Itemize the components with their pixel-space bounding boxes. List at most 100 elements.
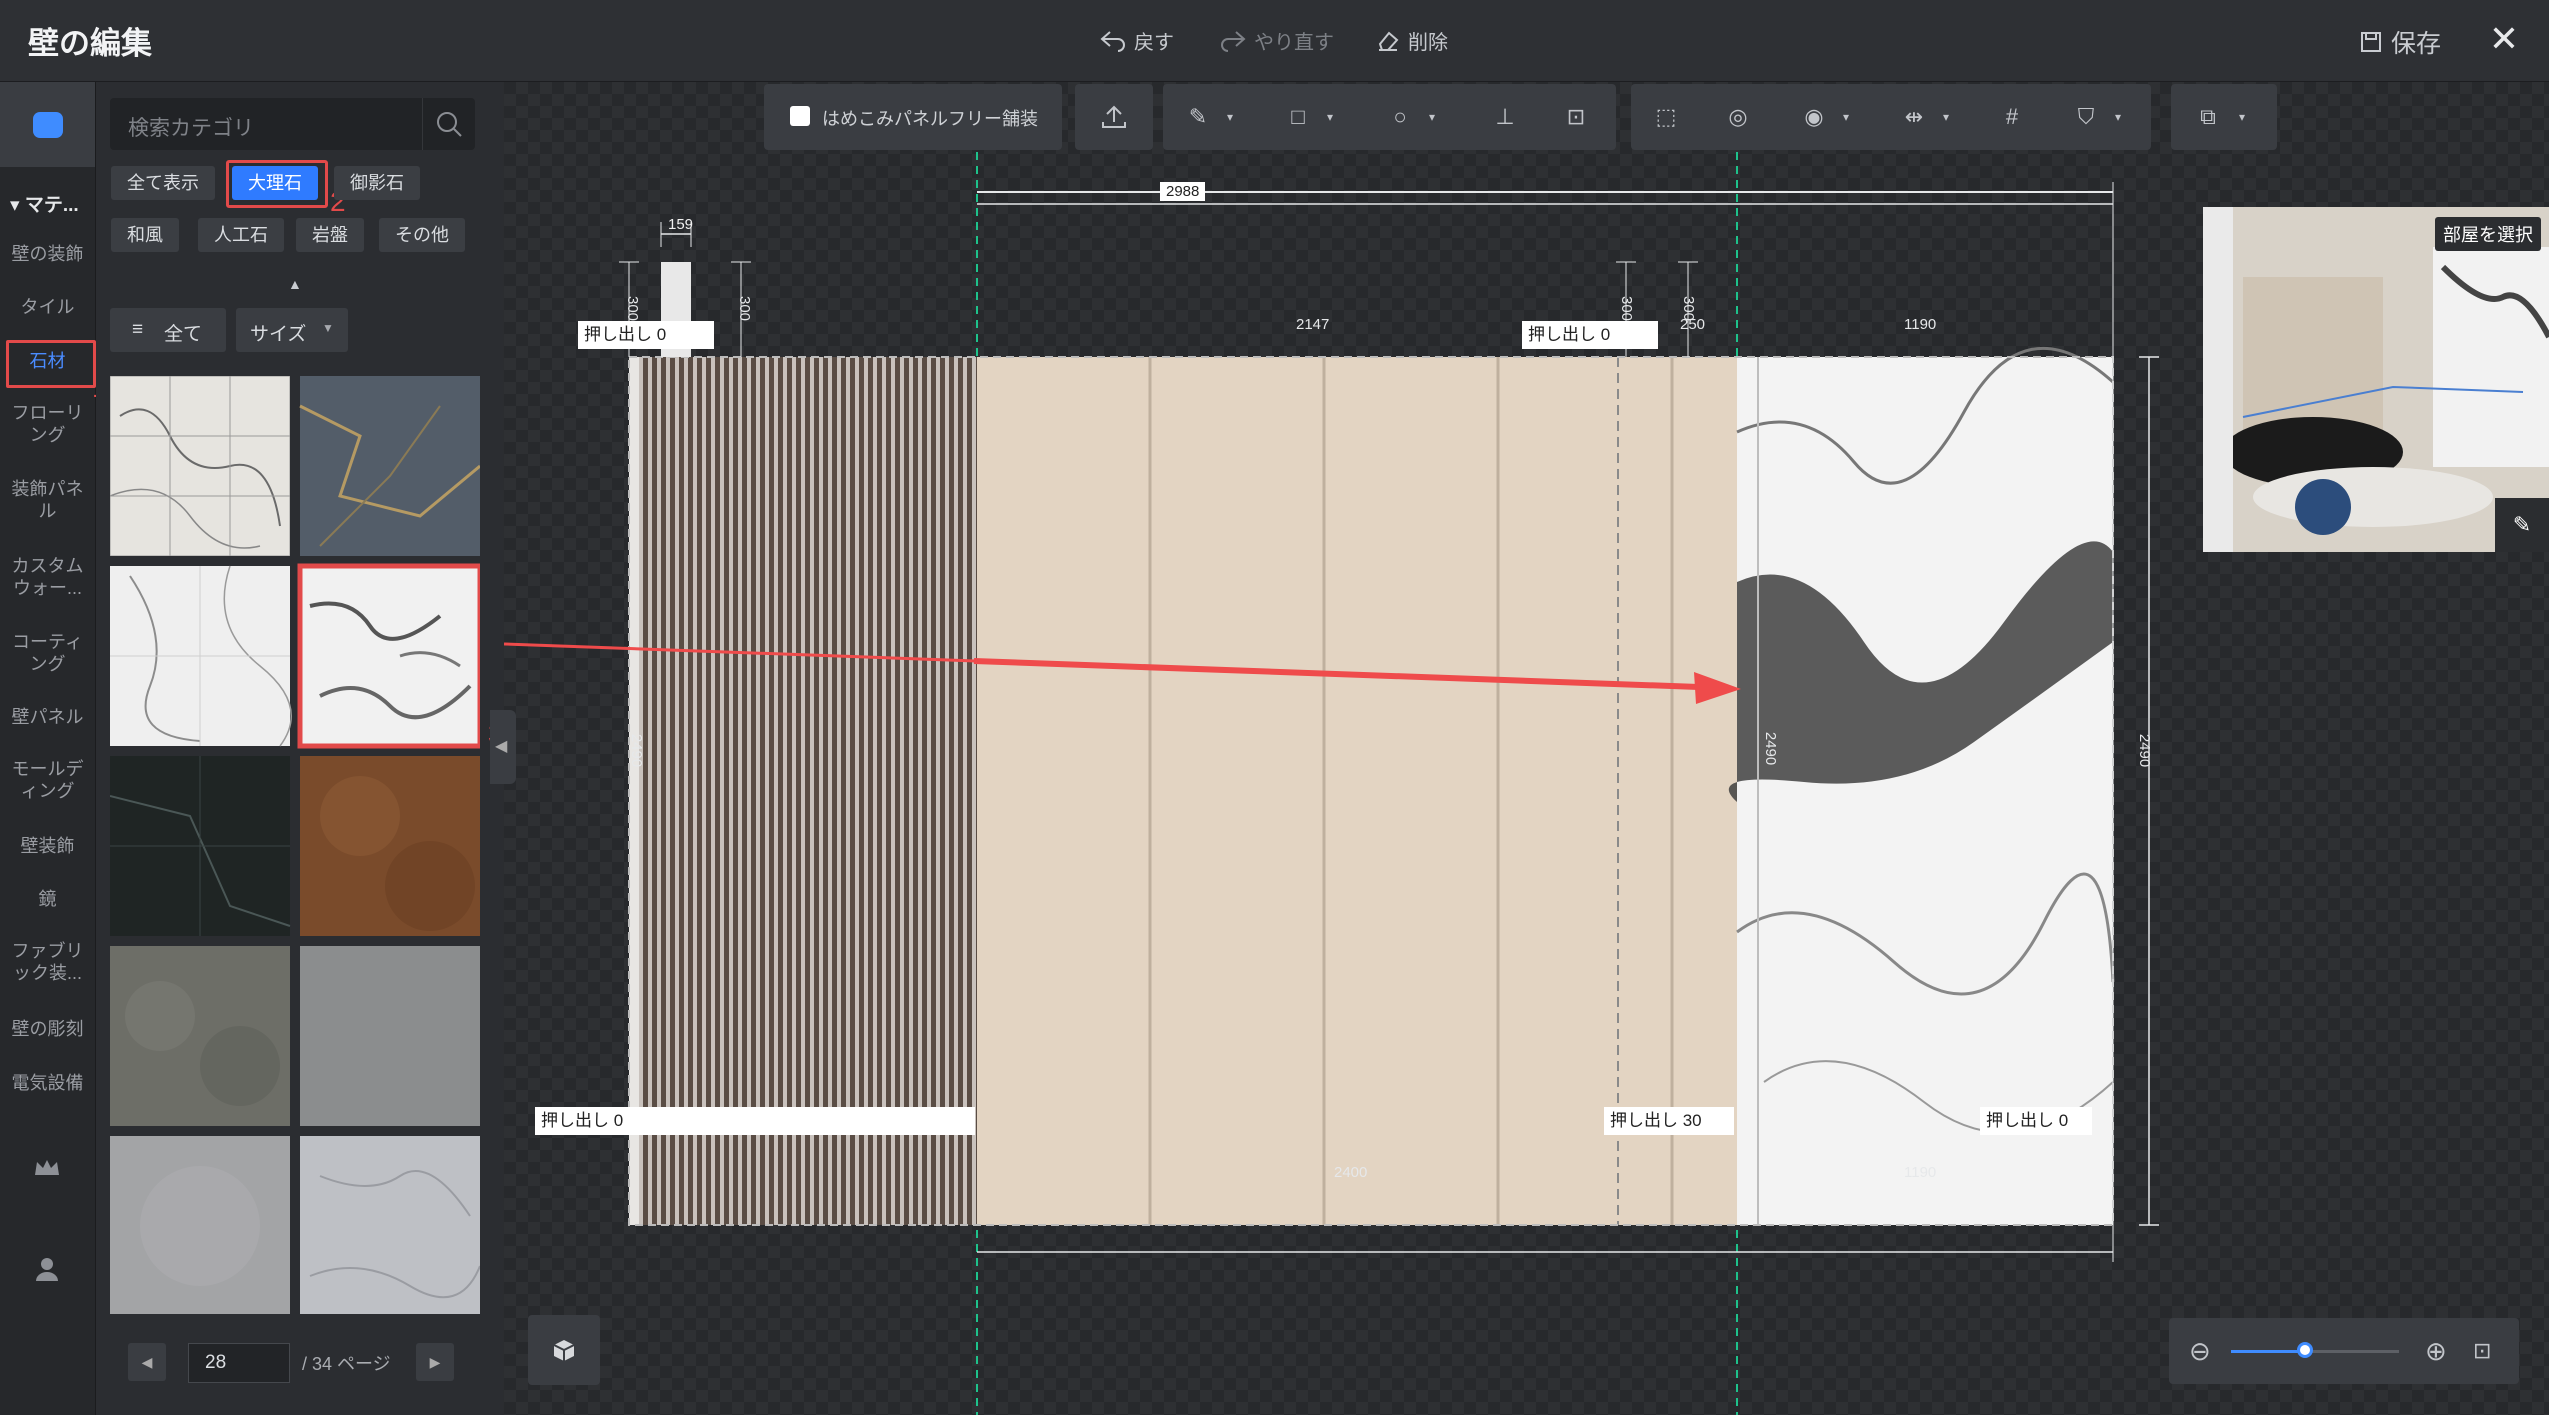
material-tile-light-gray-stone[interactable] [110, 1136, 290, 1314]
fit-to-screen-icon[interactable]: ⊡ [2473, 1338, 2491, 1364]
nav-mirror[interactable]: 鏡 [0, 888, 95, 910]
push-label-top-mid[interactable]: 押し出し 0 [1522, 321, 1658, 349]
search-placeholder: 検索カテゴリ [128, 117, 254, 140]
material-tile-white-marble-gray-veins[interactable] [297, 563, 480, 749]
page-next-button[interactable]: ▶ [416, 1343, 454, 1381]
push-label-bottom-left[interactable]: 押し出し 0 [535, 1107, 975, 1135]
material-tile-white-marble-grid[interactable] [110, 376, 290, 556]
undo-button[interactable]: 戻す [1100, 26, 1174, 55]
app-title: 壁の編集 [28, 26, 152, 61]
material-grid [110, 376, 480, 1314]
filter-all-button[interactable]: ≡ 全て [110, 308, 226, 352]
undo-label: 戻す [1134, 32, 1174, 54]
chevron-left-icon: ◀ [141, 1353, 153, 1370]
material-tile-gray-concrete[interactable] [300, 946, 480, 1126]
eraser-icon [1378, 31, 1399, 51]
collapse-chevron-icon[interactable]: ▲ [288, 276, 302, 292]
user-icon[interactable] [34, 1256, 60, 1287]
nav-molding[interactable]: モールディング [0, 758, 95, 802]
zoom-track-fill [2231, 1350, 2307, 1353]
nav-coating[interactable]: コーティング [0, 631, 95, 675]
dim-top-total: 2988 [1160, 182, 1206, 201]
left-nav [0, 82, 96, 1415]
filter-icon: ≡ [132, 319, 144, 340]
3d-view-button[interactable] [528, 1315, 600, 1385]
annotation-box-2 [226, 160, 328, 208]
push-label-bottom-mid[interactable]: 押し出し 30 [1604, 1107, 1734, 1135]
dim-height-right: 2490 [2136, 733, 2154, 768]
marble-panel[interactable] [1737, 357, 2113, 1225]
dim-offset-mid: 300 [736, 295, 754, 322]
page-total: / 34 ページ [302, 1354, 391, 1374]
dim-offset-left: 300 [624, 295, 642, 322]
filter-all-label: 全て [164, 324, 203, 345]
nav-wall-carving[interactable]: 壁の彫刻 [0, 1018, 95, 1040]
dim-height-marble: 2490 [1762, 731, 1780, 766]
dim-bottom-right: 1190 [1904, 1164, 1937, 1181]
material-tile-brown-stone[interactable] [300, 756, 480, 936]
material-tile-gray-stone[interactable] [110, 946, 290, 1126]
annotation-box-1 [6, 340, 96, 388]
nav-wall-ornament[interactable]: 壁装飾 [0, 835, 95, 857]
dim-bottom-left: 2400 [1334, 1164, 1368, 1181]
close-button[interactable]: ✕ [2489, 18, 2519, 60]
edit-preview-icon[interactable]: ✎ [2495, 498, 2549, 552]
search-icon[interactable] [422, 98, 475, 150]
size-label: サイズ [250, 324, 307, 345]
section-header-label: マテ... [24, 195, 79, 216]
title-bar: 壁の編集 戻す やり直す 削除 保存 ✕ [0, 0, 2549, 82]
search-field[interactable]: 検索カテゴリ [110, 98, 475, 150]
chip-japanese[interactable]: 和風 [111, 218, 179, 252]
dim-top-segment: 2147 [1296, 316, 1330, 333]
dim-top-left-width: 159 [668, 216, 694, 233]
dim-top-right: 1190 [1904, 316, 1937, 333]
material-tile-white-marble[interactable] [110, 565, 292, 747]
nav-wall-panel[interactable]: 壁パネル [0, 706, 95, 728]
nav-tile[interactable]: タイル [0, 296, 95, 318]
chip-granite[interactable]: 御影石 [334, 166, 420, 200]
zoom-out-icon[interactable]: ⊖ [2189, 1336, 2211, 1367]
slat-panel[interactable] [639, 357, 977, 1225]
push-label-top-left[interactable]: 押し出し 0 [578, 321, 714, 349]
zoom-track[interactable] [2231, 1350, 2399, 1353]
redo-button[interactable]: やり直す [1220, 26, 1334, 55]
materials-icon [32, 111, 63, 138]
room-3d-preview[interactable]: 部屋を選択 ✎ [2203, 207, 2549, 552]
save-label: 保存 [2390, 30, 2441, 58]
dim-offset-right-b: 300 [1680, 295, 1698, 322]
chip-other[interactable]: その他 [379, 218, 465, 252]
material-tile-blue-granite[interactable] [299, 376, 480, 556]
push-label-bottom-right[interactable]: 押し出し 0 [1980, 1107, 2092, 1135]
dropdown-arrow-icon: ▼ [322, 321, 334, 335]
delete-label: 削除 [1408, 32, 1448, 54]
zoom-slider-handle[interactable] [2297, 1342, 2313, 1358]
chip-artificial-stone[interactable]: 人工石 [198, 218, 284, 252]
save-button[interactable]: 保存 [2359, 24, 2441, 60]
delete-button[interactable]: 削除 [1376, 26, 1448, 55]
save-icon [2360, 32, 2381, 52]
undo-icon [1100, 30, 1125, 52]
nav-flooring[interactable]: フローリング [0, 402, 95, 446]
page-number-input[interactable]: 28 [188, 1343, 290, 1383]
select-room-button[interactable]: 部屋を選択 [2435, 217, 2541, 251]
cube-icon [553, 1340, 575, 1361]
close-icon: ✕ [2488, 18, 2519, 59]
zoom-in-icon[interactable]: ⊕ [2425, 1336, 2447, 1367]
nav-electrical[interactable]: 電気設備 [0, 1072, 95, 1094]
chip-show-all[interactable]: 全て表示 [111, 166, 215, 200]
materials-section-header[interactable]: ▾ マテ... [10, 190, 79, 217]
nav-wall-decoration[interactable]: 壁の装飾 [0, 243, 95, 265]
chip-bedrock[interactable]: 岩盤 [296, 218, 364, 252]
material-tile-pale-gray-marble[interactable] [300, 1136, 480, 1314]
nav-fabric[interactable]: ファブリック装... [0, 940, 95, 984]
crown-icon[interactable] [33, 1157, 61, 1184]
materials-tab[interactable] [0, 82, 95, 167]
zoom-control: ⊖ ⊕ ⊡ [2169, 1318, 2519, 1384]
size-dropdown[interactable]: サイズ ▼ [236, 308, 348, 352]
nav-custom-wall[interactable]: カスタムウォー... [0, 555, 95, 599]
dim-height-slat: 2490 [628, 733, 646, 768]
beige-wood-panel[interactable] [977, 357, 1737, 1225]
page-prev-button[interactable]: ◀ [128, 1343, 166, 1381]
nav-decorative-panel[interactable]: 装飾パネル [0, 478, 95, 522]
material-tile-black-marble[interactable] [110, 756, 291, 936]
